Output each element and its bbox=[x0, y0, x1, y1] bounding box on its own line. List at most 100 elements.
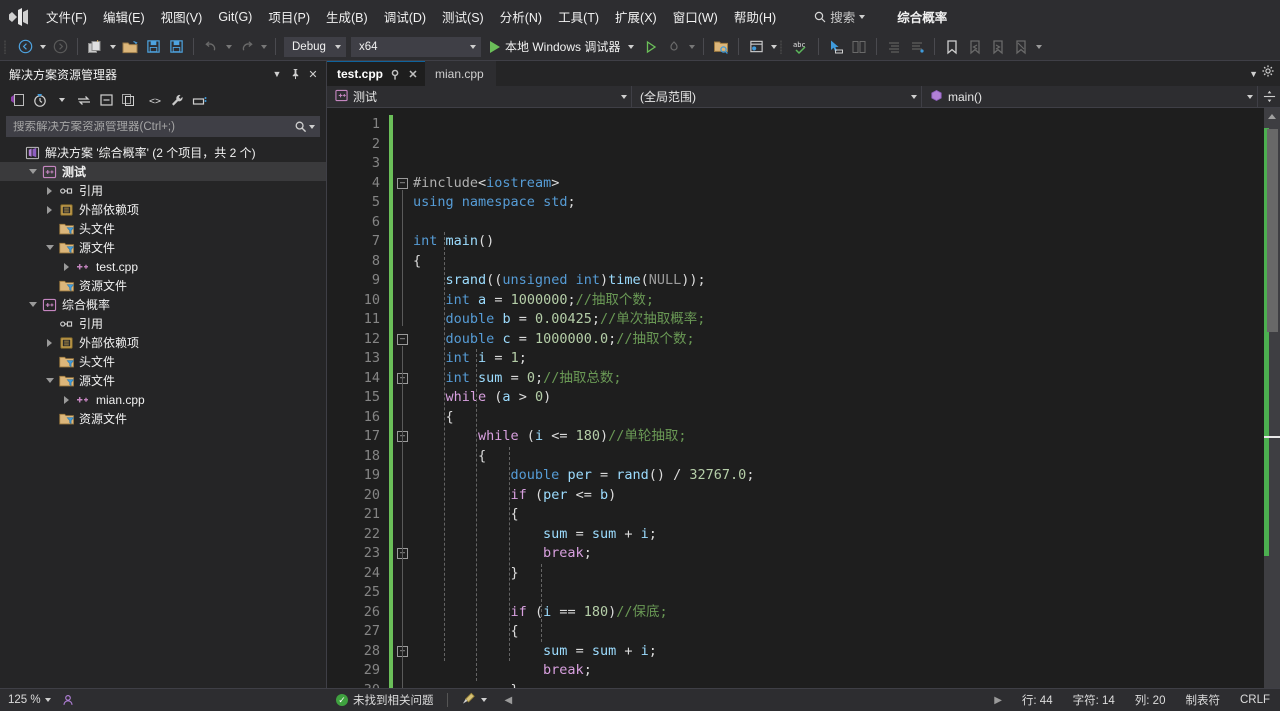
code-line[interactable]: while (a > 0) bbox=[413, 388, 1264, 408]
code-line[interactable]: int sum = 0;//抽取总数; bbox=[413, 369, 1264, 389]
pointer-select-icon[interactable] bbox=[825, 36, 847, 58]
code-line[interactable]: while (i <= 180)//单轮抽取; bbox=[413, 427, 1264, 447]
compare-icon[interactable] bbox=[848, 36, 870, 58]
menu-item-analyze[interactable]: 分析(N) bbox=[492, 3, 550, 30]
code-line[interactable] bbox=[413, 213, 1264, 233]
tree-item[interactable]: 外部依赖项 bbox=[0, 333, 326, 352]
code-line[interactable]: using namespace std; bbox=[413, 193, 1264, 213]
menu-item-git[interactable]: Git(G) bbox=[210, 6, 260, 28]
tree-item[interactable]: 源文件 bbox=[0, 371, 326, 390]
window-layout-icon[interactable] bbox=[745, 36, 767, 58]
show-all-files-icon[interactable]: <> bbox=[146, 90, 166, 110]
solution-configuration-combo[interactable]: Debug bbox=[284, 36, 346, 57]
collapse-all-icon[interactable] bbox=[96, 90, 116, 110]
tab-list-chevron-down-icon[interactable]: ▼ bbox=[1249, 69, 1258, 79]
outdent-icon[interactable] bbox=[906, 36, 928, 58]
tree-item[interactable]: 头文件 bbox=[0, 219, 326, 238]
code-line[interactable]: } bbox=[413, 564, 1264, 584]
code-line[interactable]: #include<iostream> bbox=[413, 174, 1264, 194]
chevron-expanded-icon[interactable] bbox=[25, 295, 40, 314]
save-icon[interactable] bbox=[142, 36, 164, 58]
bookmark-prev-icon[interactable] bbox=[964, 36, 986, 58]
outlining-margin[interactable] bbox=[393, 108, 413, 710]
pin-icon[interactable] bbox=[286, 64, 304, 84]
menu-item-help[interactable]: 帮助(H) bbox=[726, 3, 784, 30]
code-line[interactable]: { bbox=[413, 408, 1264, 428]
toolbar-grip[interactable] bbox=[4, 38, 13, 56]
tree-item[interactable]: 综合概率 bbox=[0, 295, 326, 314]
code-line[interactable]: int main() bbox=[413, 232, 1264, 252]
abc-check-icon[interactable]: abc bbox=[790, 36, 812, 58]
code-line[interactable]: if (per <= b) bbox=[413, 486, 1264, 506]
scrollbar-thumb[interactable] bbox=[1267, 129, 1278, 332]
solution-tree[interactable]: 解决方案 '综合概率' (2 个项目，共 2 个) 测试 引用 外部依赖项 头文件 源文件… bbox=[0, 142, 326, 710]
zoom-level-control[interactable]: 125 % bbox=[0, 693, 75, 707]
hot-reload-icon[interactable] bbox=[663, 36, 685, 58]
tree-item[interactable]: 头文件 bbox=[0, 352, 326, 371]
collapse-region-icon[interactable] bbox=[397, 177, 408, 189]
chevron-collapsed-icon[interactable] bbox=[59, 257, 74, 276]
code-line[interactable]: { bbox=[413, 622, 1264, 642]
navbar-member-combo[interactable]: main() bbox=[922, 85, 1258, 108]
solution-folder-icon[interactable] bbox=[710, 36, 732, 58]
tree-item[interactable]: 解决方案 '综合概率' (2 个项目，共 2 个) bbox=[0, 143, 326, 162]
code-line[interactable] bbox=[413, 583, 1264, 603]
search-icon[interactable] bbox=[295, 121, 315, 133]
search-input[interactable] bbox=[13, 120, 295, 133]
chevron-expanded-icon[interactable] bbox=[42, 371, 57, 390]
tree-item[interactable]: mian.cpp bbox=[0, 390, 326, 409]
tree-item[interactable]: 源文件 bbox=[0, 238, 326, 257]
save-all-icon[interactable] bbox=[165, 36, 187, 58]
menu-item-project[interactable]: 项目(P) bbox=[260, 3, 318, 30]
navbar-scope-combo[interactable]: (全局范围) bbox=[632, 85, 922, 108]
open-file-icon[interactable] bbox=[119, 36, 141, 58]
sync-with-active-document-icon[interactable] bbox=[74, 90, 94, 110]
code-line[interactable]: break; bbox=[413, 544, 1264, 564]
nav-back-control[interactable]: ◀ bbox=[496, 695, 522, 706]
panel-menu-chevron-down-icon[interactable]: ▼ bbox=[268, 64, 286, 84]
bookmark-icon[interactable] bbox=[941, 36, 963, 58]
chevron-collapsed-icon[interactable] bbox=[42, 181, 57, 200]
tabs-mode[interactable]: 制表符 bbox=[1175, 692, 1230, 708]
start-without-debugging-icon[interactable] bbox=[640, 36, 662, 58]
redo-dropdown[interactable] bbox=[258, 36, 269, 58]
tree-item[interactable]: test.cpp bbox=[0, 257, 326, 276]
chevron-collapsed-icon[interactable] bbox=[59, 390, 74, 409]
code-cleanup-control[interactable] bbox=[452, 692, 496, 709]
tab-mian-cpp[interactable]: mian.cpp bbox=[425, 61, 496, 86]
code-line[interactable]: if (i == 180)//保底; bbox=[413, 603, 1264, 623]
start-debugging-button[interactable]: 本地 Windows 调试器 bbox=[484, 36, 639, 58]
code-line[interactable]: int a = 1000000;//抽取个数; bbox=[413, 291, 1264, 311]
navbar-project-combo[interactable]: 测试 bbox=[327, 85, 632, 108]
editor-vertical-scrollbar[interactable] bbox=[1264, 108, 1280, 710]
solution-explorer-search[interactable] bbox=[6, 116, 320, 137]
code-editor[interactable]: 1 2 3 4 5 6 7 8 9 10 11 12 13 14 15 16 17 18 19 20 21 22 23 24 2… bbox=[327, 108, 1280, 710]
new-solution-explorer-view-icon[interactable] bbox=[118, 90, 138, 110]
menu-item-window[interactable]: 窗口(W) bbox=[665, 3, 726, 30]
code-line[interactable]: double c = 1000000.0;//抽取个数; bbox=[413, 330, 1264, 350]
menu-item-edit[interactable]: 编辑(E) bbox=[95, 3, 153, 30]
pending-changes-dropdown-chevron-down-icon[interactable] bbox=[52, 90, 72, 110]
tree-item[interactable]: 外部依赖项 bbox=[0, 200, 326, 219]
line-endings[interactable]: CRLF bbox=[1230, 694, 1280, 706]
code-line[interactable]: double b = 0.00425;//单次抽取概率; bbox=[413, 310, 1264, 330]
pending-changes-filter-icon[interactable] bbox=[30, 90, 50, 110]
tree-item[interactable]: 测试 bbox=[0, 162, 326, 181]
code-view-icon[interactable] bbox=[8, 90, 28, 110]
collapse-region-icon[interactable] bbox=[397, 333, 408, 345]
code-line[interactable]: { bbox=[413, 505, 1264, 525]
split-window-icon[interactable] bbox=[1258, 90, 1280, 103]
chevron-right-icon[interactable]: ▶ bbox=[984, 695, 1012, 706]
toolbar-overflow-icon[interactable] bbox=[1033, 36, 1044, 58]
menu-item-tools[interactable]: 工具(T) bbox=[550, 3, 607, 30]
menu-item-view[interactable]: 视图(V) bbox=[153, 3, 211, 30]
bookmark-clear-icon[interactable] bbox=[1010, 36, 1032, 58]
hot-reload-dropdown[interactable] bbox=[686, 36, 697, 58]
gear-icon[interactable] bbox=[1261, 64, 1275, 83]
redo-icon[interactable] bbox=[235, 36, 257, 58]
menu-item-build[interactable]: 生成(B) bbox=[318, 3, 376, 30]
navigate-backward-dropdown[interactable] bbox=[37, 36, 48, 58]
bookmark-next-icon[interactable] bbox=[987, 36, 1009, 58]
menu-item-file[interactable]: 文件(F) bbox=[38, 3, 95, 30]
scroll-up-arrow[interactable] bbox=[1264, 108, 1280, 125]
